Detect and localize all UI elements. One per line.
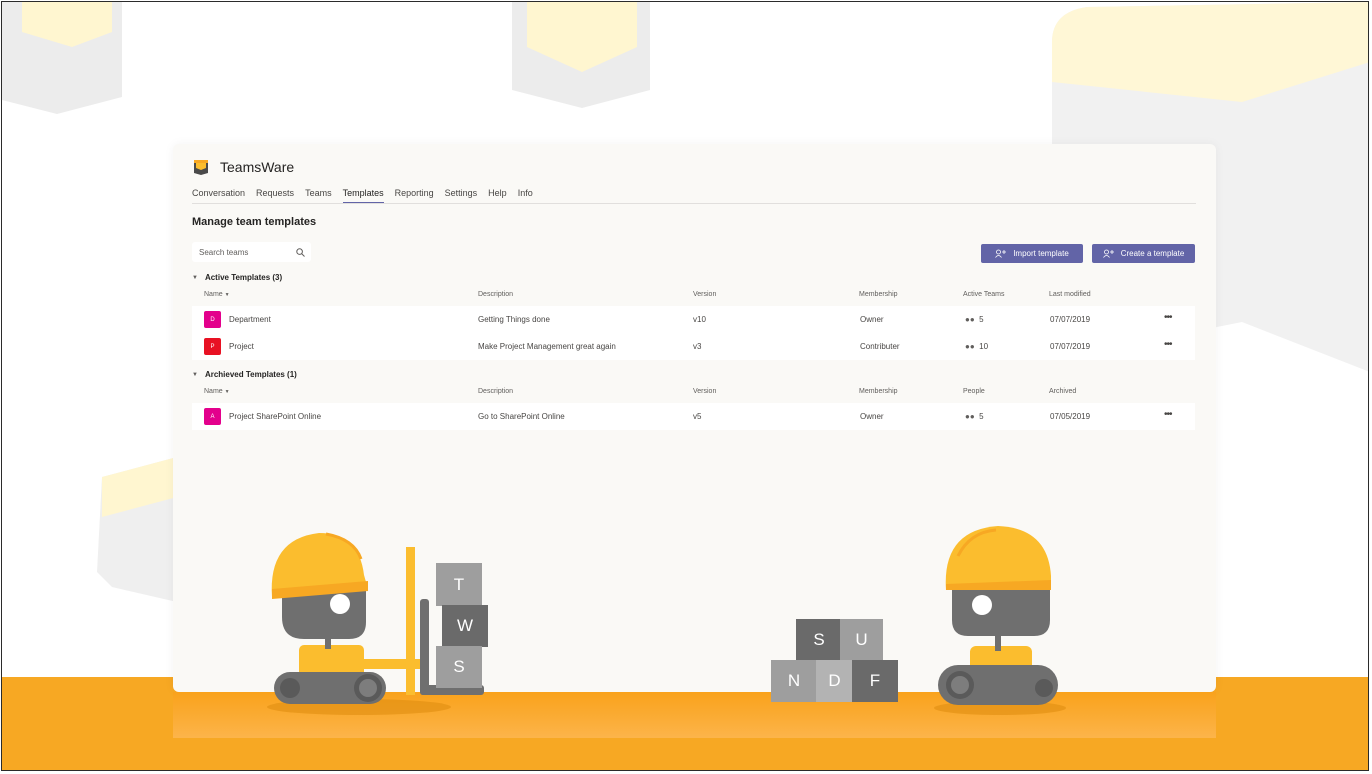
tab-help[interactable]: Help <box>488 188 507 204</box>
people-count: ●● 5 <box>965 412 984 421</box>
active-templates-title: Active Templates (3) <box>204 273 283 282</box>
search-box <box>192 242 311 262</box>
more-options-icon[interactable]: ••• <box>1164 312 1172 323</box>
teamsware-logo-icon <box>194 160 208 175</box>
template-version: v3 <box>693 342 702 351</box>
template-date: 07/07/2019 <box>1050 342 1091 351</box>
template-date: 07/05/2019 <box>1050 412 1091 421</box>
template-version: v10 <box>693 315 706 324</box>
tab-divider <box>192 203 1196 204</box>
app-header: TeamsWare <box>192 158 294 176</box>
template-membership: Owner <box>860 412 884 421</box>
teams-icon: ●● <box>965 342 975 351</box>
block-n: N <box>771 660 817 702</box>
template-name[interactable]: Project SharePoint Online <box>229 412 321 421</box>
column-header-people: People <box>963 388 985 395</box>
template-membership: Owner <box>860 315 884 324</box>
teams-add-icon <box>995 249 1007 258</box>
import-template-label: Import template <box>1013 249 1069 258</box>
app-title: TeamsWare <box>220 159 295 175</box>
import-template-button[interactable]: Import template <box>981 244 1083 263</box>
tab-reporting[interactable]: Reporting <box>395 188 434 204</box>
column-header-membership: Membership <box>859 388 898 395</box>
template-version: v5 <box>693 412 702 421</box>
create-template-label: Create a template <box>1120 249 1185 258</box>
tab-templates[interactable]: Templates <box>342 188 384 204</box>
column-header-description: Description <box>478 388 514 395</box>
more-options-icon[interactable]: ••• <box>1164 409 1172 420</box>
block-u: U <box>840 619 883 661</box>
sort-icon: ▼ <box>224 389 230 395</box>
template-name[interactable]: Department <box>229 315 271 324</box>
chevron-down-icon: ▼ <box>192 371 198 378</box>
more-options-icon[interactable]: ••• <box>1164 339 1172 350</box>
template-avatar: A <box>204 408 221 425</box>
block-w: W <box>442 605 488 647</box>
archived-templates-toggle[interactable]: ▼ Archieved Templates (1) <box>192 370 297 379</box>
template-avatar: P <box>204 338 221 355</box>
block-s: S <box>796 619 842 661</box>
search-icon[interactable] <box>296 247 305 257</box>
column-header-version: Version <box>693 291 717 298</box>
block-d: D <box>816 660 853 702</box>
tab-settings[interactable]: Settings <box>445 188 478 204</box>
robot-illustration <box>934 526 1066 715</box>
tab-info[interactable]: Info <box>518 188 533 204</box>
teams-add-icon <box>1102 249 1114 258</box>
teams-icon: ●● <box>965 315 975 324</box>
create-template-button[interactable]: Create a template <box>1092 244 1195 263</box>
block-t: T <box>436 563 482 606</box>
tab-bar: Conversation Requests Teams Templates Re… <box>192 188 533 204</box>
background-logo-deco-left <box>97 457 177 602</box>
tab-teams[interactable]: Teams <box>305 188 332 204</box>
template-membership: Contributer <box>860 342 900 351</box>
template-avatar: D <box>204 311 221 328</box>
tab-conversation[interactable]: Conversation <box>192 188 245 204</box>
chevron-down-icon: ▼ <box>192 274 198 281</box>
column-header-name[interactable]: Name ▼ <box>204 388 230 395</box>
column-header-description: Description <box>478 291 514 298</box>
template-date: 07/07/2019 <box>1050 315 1091 324</box>
column-header-archived: Archived <box>1049 388 1077 395</box>
column-header-last-modified: Last modified <box>1049 291 1091 298</box>
template-description: Make Project Management great again <box>478 342 616 351</box>
page-title: Manage team templates <box>192 216 317 228</box>
slide-frame: TeamsWare Conversation Requests Teams Te… <box>1 1 1369 771</box>
column-header-version: Version <box>693 388 717 395</box>
template-description: Go to SharePoint Online <box>478 412 565 421</box>
teams-icon: ●● <box>965 412 975 421</box>
team-count: ●● 10 <box>965 342 989 351</box>
block-s: S <box>436 646 482 688</box>
column-header-name[interactable]: Name ▼ <box>204 291 230 298</box>
team-count: ●● 5 <box>965 315 984 324</box>
archived-templates-title: Archieved Templates (1) <box>204 370 297 379</box>
tab-requests[interactable]: Requests <box>256 188 294 204</box>
block-f: F <box>852 660 898 702</box>
active-templates-toggle[interactable]: ▼ Active Templates (3) <box>192 273 282 282</box>
template-description: Getting Things done <box>478 315 550 324</box>
search-input[interactable] <box>199 247 284 257</box>
column-header-active-teams: Active Teams <box>963 291 1005 298</box>
column-header-membership: Membership <box>859 291 898 298</box>
template-name[interactable]: Project <box>229 342 254 351</box>
background-logo-deco-top-left <box>2 2 122 114</box>
background-logo-deco-top-center <box>512 2 650 108</box>
sort-icon: ▼ <box>224 292 230 298</box>
